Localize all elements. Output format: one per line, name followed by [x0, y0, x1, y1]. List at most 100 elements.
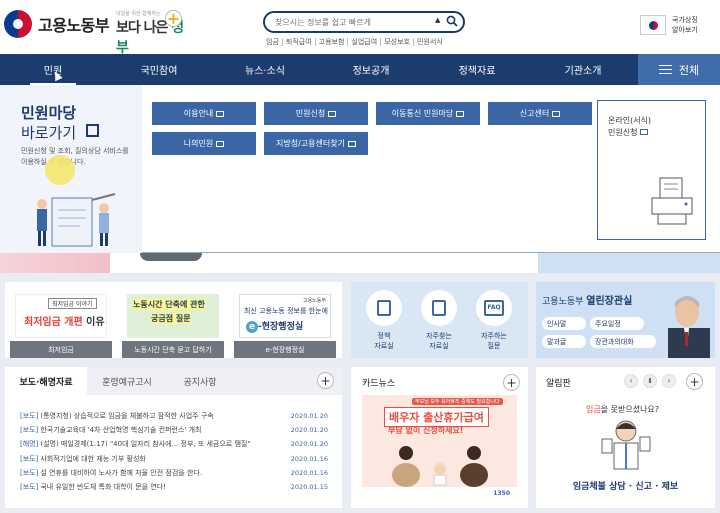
poster-small: 부모님 모두 육아휴직 중에도 필요합니다: [412, 398, 503, 405]
list-item[interactable]: [보도] 설 연휴를 대비하여 노사가 함께 자율 안전 점검을 한다. 2020.…: [20, 466, 335, 480]
site-logo[interactable]: 고용노동부: [4, 10, 110, 38]
banner-line1: 노동시간 단축에 관한: [133, 299, 205, 310]
press-tabs: 보도·해명자료 훈령예규고시 공지사항 +: [5, 367, 342, 395]
nation-line2: 알아보기: [672, 26, 698, 34]
quick-link-severance[interactable]: 퇴직급여: [281, 38, 315, 46]
quick-link-maternity[interactable]: 모성보호: [380, 38, 413, 46]
press-release-panel: 보도·해명자료 훈령예규고시 공지사항 + [보도] (통영지청) 상습적으로 임…: [5, 367, 342, 508]
search-icon[interactable]: [446, 15, 458, 27]
mega-button-report-center[interactable]: 신고센터: [488, 102, 592, 125]
more-plus-icon[interactable]: +: [317, 372, 334, 389]
new-window-icon: [216, 140, 225, 147]
new-window-icon: [328, 110, 337, 117]
banner-caption: 노동시간 단축 묻고 답하기: [122, 341, 224, 358]
nav-item-civil[interactable]: 민원: [0, 54, 106, 85]
nav-item-participation[interactable]: 국민참여: [106, 54, 212, 85]
mega-description: 민원신청 및 조회, 질의상담 서비스를 이용하실 수 있습니다.: [21, 147, 129, 166]
hero-right: [538, 253, 720, 273]
worried-worker-icon: [601, 420, 651, 470]
online-form-box[interactable]: 온라인(서식) 민원신청: [597, 100, 706, 240]
list-item[interactable]: [보도] 국내 유일한 반도체 특화 대학이 문을 연다! 2020.01.15: [20, 480, 335, 494]
new-window-icon: [347, 140, 356, 147]
minister-office: 고용노동부 열린장관실 인사말 주요일정 말과글 장관과의대화: [536, 282, 715, 358]
site-header: 고용노동부 내일을 위한 함께하는 보다 나은 정부 + ▲ 임금 퇴직급여 고…: [0, 0, 720, 56]
hero-strip: [0, 253, 720, 273]
notice-title: 알림판: [546, 379, 571, 389]
list-item[interactable]: [해명] (설명) 매일경제(1.17) "40대 일자리 참사에... 정부, …: [20, 437, 335, 451]
resource-icons: 정책 자료실 자주찾는 자료실 FAQ 자주하는 질문: [351, 282, 528, 358]
all-menu-button[interactable]: 전체: [638, 54, 720, 85]
minister-title[interactable]: 고용노동부 열린장관실: [542, 292, 632, 307]
hamburger-icon: [658, 65, 672, 74]
quick-link-unemployment-benefit[interactable]: 실업급여: [347, 38, 380, 46]
banner-work-hours[interactable]: 노동시간 단축에 관한 궁금점 질문 노동시간 단축 묻고 답하기: [122, 292, 224, 358]
prev-icon[interactable]: ‹: [624, 374, 638, 388]
folder-icon: [432, 300, 446, 316]
more-plus-icon[interactable]: +: [503, 374, 520, 391]
nav-item-news[interactable]: 뉴스·소식: [212, 54, 318, 85]
more-plus-icon[interactable]: +: [686, 373, 703, 390]
quick-link-forms[interactable]: 민원서식: [412, 38, 446, 46]
notice-board-panel: 알림판 ‹ Ⅱ › + 임금을 못받으셨나요? 임금체불 상담 · 신고 · 제…: [536, 367, 715, 508]
banner-head: 최저임금 개편 이유: [24, 317, 105, 328]
banner-small: 고용노동부: [302, 298, 326, 304]
faq-icon: FAQ: [484, 300, 504, 316]
hero-banner-edge: [0, 253, 110, 273]
minister-pill-schedule[interactable]: 주요일정: [590, 317, 644, 330]
search-input[interactable]: [275, 16, 425, 29]
nav-item-disclosure[interactable]: 정보공개: [318, 54, 424, 85]
mega-title-2[interactable]: 바로가기: [21, 122, 76, 143]
external-link-icon[interactable]: [86, 124, 99, 137]
document-icon: [377, 300, 391, 316]
notice-bottom-text[interactable]: 임금체불 상담 · 신고 · 제보: [536, 479, 715, 492]
minister-pill-greeting[interactable]: 인사말: [542, 317, 586, 330]
card-news-panel: 카드뉴스 + 부모님 모두 육아휴직 중에도 필요합니다 배우자 출산휴가급여 …: [351, 367, 528, 508]
list-item[interactable]: [보도] (통영지청) 상습적으로 임금을 체불하고 잠적한 사업주 구속 2020…: [20, 409, 335, 423]
card-news-poster[interactable]: 부모님 모두 육아휴직 중에도 필요합니다 배우자 출산휴가급여 부담 없이 신…: [362, 395, 517, 501]
mega-button-guide[interactable]: 이용안내: [152, 102, 256, 125]
minister-pill-speeches[interactable]: 말과글: [542, 335, 586, 348]
nav-item-policy[interactable]: 정책자료: [424, 54, 530, 85]
pointer-hand-highlight: [45, 155, 75, 185]
national-symbol-link[interactable]: 국가상징 알아보기: [640, 15, 698, 35]
new-window-icon: [640, 129, 649, 135]
next-icon[interactable]: ›: [662, 374, 676, 388]
mega-button-mobile[interactable]: 이동통신 민원마당: [376, 102, 480, 125]
slider-control[interactable]: [140, 253, 202, 261]
banner-caption: 최저임금: [10, 341, 112, 358]
quick-link-wage[interactable]: 임금: [266, 38, 282, 46]
banner-e-office[interactable]: 고용노동부 최신 고용노동 정보를 한눈에 e -현장행정실 e-현장행정실: [234, 292, 336, 358]
quick-links: 임금 퇴직급여 고용보험 실업급여 모성보호 민원서식: [266, 38, 446, 46]
tab-directives[interactable]: 훈령예규고시: [87, 367, 167, 395]
policy-archive-link[interactable]: 정책 자료실: [359, 290, 409, 351]
notice-question: 임금을 못받으셨나요?: [586, 405, 660, 414]
banner-line1: 최신 고용노동 정보를 한눈에: [244, 307, 328, 315]
plus-icon: +: [165, 8, 182, 28]
tab-press-release[interactable]: 보도·해명자료: [5, 367, 87, 395]
banner-minimum-wage[interactable]: 최저임금 이야기 최저임금 개편 이유 최저임금: [10, 292, 112, 358]
new-window-icon: [216, 110, 225, 117]
caret-up-icon[interactable]: ▲: [435, 16, 440, 24]
poster-hotline: 1350: [493, 490, 510, 497]
tab-notices[interactable]: 공지사항: [167, 367, 233, 395]
logo-text: 고용노동부: [38, 16, 110, 35]
mega-title-1: 민원마당: [21, 104, 77, 122]
press-list: [보도] (통영지청) 상습적으로 임금을 체불하고 잠적한 사업주 구속 2020…: [20, 409, 335, 494]
minister-pill-dialogue[interactable]: 장관과의대화: [590, 335, 656, 348]
mega-button-my-civil[interactable]: 나의민원: [152, 132, 256, 155]
list-item[interactable]: [보도] 한국기술교육대 '4차 산업혁명 핵심기술 컨퍼런스' 개최 2020.0…: [20, 423, 335, 437]
list-item[interactable]: [보도] 사회적기업에 대한 재능 기부 활성화 2020.01.16: [20, 452, 335, 466]
quick-link-employment-insurance[interactable]: 고용보험: [314, 38, 348, 46]
faq-link[interactable]: FAQ 자주하는 질문: [469, 290, 519, 351]
pause-icon[interactable]: Ⅱ: [643, 374, 657, 388]
poster-headline: 배우자 출산휴가급여: [384, 407, 489, 427]
frequent-archive-link[interactable]: 자주찾는 자료실: [414, 290, 464, 351]
mega-button-find-office[interactable]: 지방청/고용센터찾기: [264, 132, 368, 155]
banner-tag: 최저임금 이야기: [48, 298, 97, 309]
new-window-icon: [552, 110, 561, 117]
nav-item-about[interactable]: 기관소개: [530, 54, 636, 85]
mega-button-apply[interactable]: 민원신청: [264, 102, 368, 125]
banner-line2: e -현장행정실: [246, 319, 303, 333]
slogan-logo[interactable]: 내일을 위한 함께하는 보다 나은 정부 +: [116, 8, 186, 56]
poster-subline: 부담 없이 신청하세요!: [388, 426, 464, 435]
